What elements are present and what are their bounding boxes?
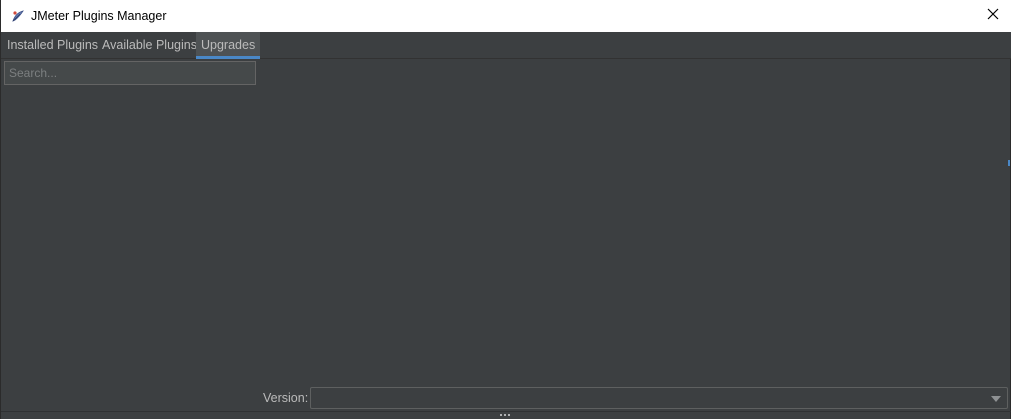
tab-bar: Installed Plugins Available Plugins Upgr… bbox=[1, 32, 1011, 59]
close-button[interactable] bbox=[980, 4, 1006, 28]
tab-installed-plugins[interactable]: Installed Plugins bbox=[3, 32, 102, 59]
version-dropdown[interactable] bbox=[310, 387, 1008, 409]
feather-icon bbox=[11, 9, 25, 23]
version-label: Version: bbox=[263, 391, 309, 405]
tab-available-plugins[interactable]: Available Plugins bbox=[98, 32, 201, 59]
split-pane-divider[interactable] bbox=[1, 411, 1011, 419]
plugins-manager-window: JMeter Plugins Manager Installed Plugins… bbox=[0, 0, 1011, 419]
close-icon bbox=[987, 7, 999, 25]
scroll-indicator bbox=[1008, 160, 1010, 166]
title-bar: JMeter Plugins Manager bbox=[1, 0, 1011, 32]
window-title: JMeter Plugins Manager bbox=[31, 9, 167, 23]
tab-upgrades[interactable]: Upgrades bbox=[196, 32, 261, 59]
grip-icon bbox=[500, 414, 512, 417]
search-input[interactable] bbox=[4, 61, 256, 85]
chevron-down-icon bbox=[991, 396, 1001, 402]
